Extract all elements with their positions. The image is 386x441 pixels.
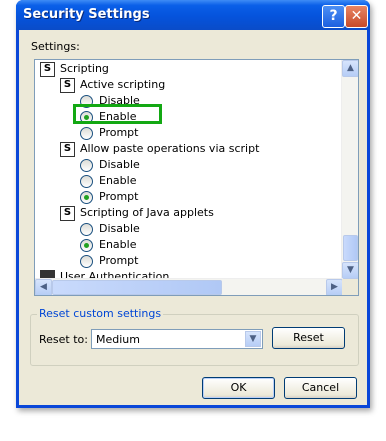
radio-label: Enable xyxy=(99,174,137,187)
scroll-up-button[interactable]: ▲ xyxy=(342,60,358,77)
selected-level: Medium xyxy=(96,333,140,346)
radio-label: Disable xyxy=(99,158,140,171)
radio-label: Prompt xyxy=(99,254,139,267)
settings-label: Settings: xyxy=(31,40,80,53)
script-icon: S xyxy=(60,141,75,157)
radio-label: Prompt xyxy=(99,126,139,139)
radio-icon[interactable] xyxy=(80,126,93,140)
radio-icon[interactable] xyxy=(80,158,93,172)
close-button[interactable]: ✕ xyxy=(345,5,368,28)
radio-paste-prompt[interactable]: Prompt xyxy=(80,189,138,205)
dialog-body: Settings: S Scripting S Active scripting D… xyxy=(19,30,367,405)
radio-java-disable[interactable]: Disable xyxy=(80,221,140,237)
reset-custom-settings-group: Reset custom settings Reset to: Medium ▼… xyxy=(30,307,359,366)
cancel-button[interactable]: Cancel xyxy=(284,377,357,399)
tree-setting-active-scripting: S Active scripting xyxy=(60,77,165,93)
horizontal-scroll-thumb[interactable] xyxy=(52,280,222,295)
radio-label: Enable xyxy=(99,238,137,251)
vertical-scrollbar[interactable]: ▲ ▼ xyxy=(341,60,358,279)
tree-item-label: Scripting xyxy=(60,62,109,75)
tree-category-scripting: S Scripting xyxy=(40,61,109,77)
radio-java-enable[interactable]: Enable xyxy=(80,237,136,253)
scroll-down-button[interactable]: ▼ xyxy=(342,262,358,279)
reset-level-select[interactable]: Medium ▼ xyxy=(91,329,263,349)
reset-to-label: Reset to: xyxy=(39,333,88,346)
radio-paste-disable[interactable]: Disable xyxy=(80,157,140,173)
radio-icon[interactable] xyxy=(80,254,93,268)
radio-icon[interactable] xyxy=(80,222,93,236)
radio-active-scripting-prompt[interactable]: Prompt xyxy=(80,125,138,141)
script-icon: S xyxy=(60,77,75,93)
tree-item-label: Scripting of Java applets xyxy=(80,206,214,219)
window-title: Security Settings xyxy=(23,7,150,22)
vertical-scroll-thumb[interactable] xyxy=(343,235,358,261)
tree-setting-java-applets: S Scripting of Java applets xyxy=(60,205,214,221)
radio-icon[interactable] xyxy=(80,174,93,188)
tree-item-label: Active scripting xyxy=(80,78,166,91)
security-settings-dialog: Security Settings ? ✕ Settings: S Scripti… xyxy=(16,0,370,408)
title-bar[interactable]: Security Settings ? ✕ xyxy=(16,0,370,30)
highlight-box xyxy=(73,104,162,124)
horizontal-scrollbar[interactable]: ◀ ▶ xyxy=(35,278,343,295)
scroll-left-button[interactable]: ◀ xyxy=(35,279,52,295)
radio-label: Disable xyxy=(99,222,140,235)
scroll-right-button[interactable]: ▶ xyxy=(326,279,343,295)
settings-tree: S Scripting S Active scripting Disable Ena… xyxy=(34,59,359,296)
scroll-corner xyxy=(342,279,358,295)
radio-java-prompt[interactable]: Prompt xyxy=(80,253,138,269)
tree-item-label: Allow paste operations via script xyxy=(80,142,260,155)
help-button[interactable]: ? xyxy=(322,5,345,28)
ok-button[interactable]: OK xyxy=(202,377,275,399)
radio-selected-icon[interactable] xyxy=(80,238,93,252)
script-icon: S xyxy=(40,61,55,77)
group-title: Reset custom settings xyxy=(37,307,164,320)
radio-label: Prompt xyxy=(99,190,139,203)
tree-setting-allow-paste: S Allow paste operations via script xyxy=(60,141,259,157)
chevron-down-icon[interactable]: ▼ xyxy=(245,331,261,347)
radio-selected-icon[interactable] xyxy=(80,190,93,204)
reset-button[interactable]: Reset xyxy=(272,327,345,349)
script-icon: S xyxy=(60,205,75,221)
radio-paste-enable[interactable]: Enable xyxy=(80,173,136,189)
